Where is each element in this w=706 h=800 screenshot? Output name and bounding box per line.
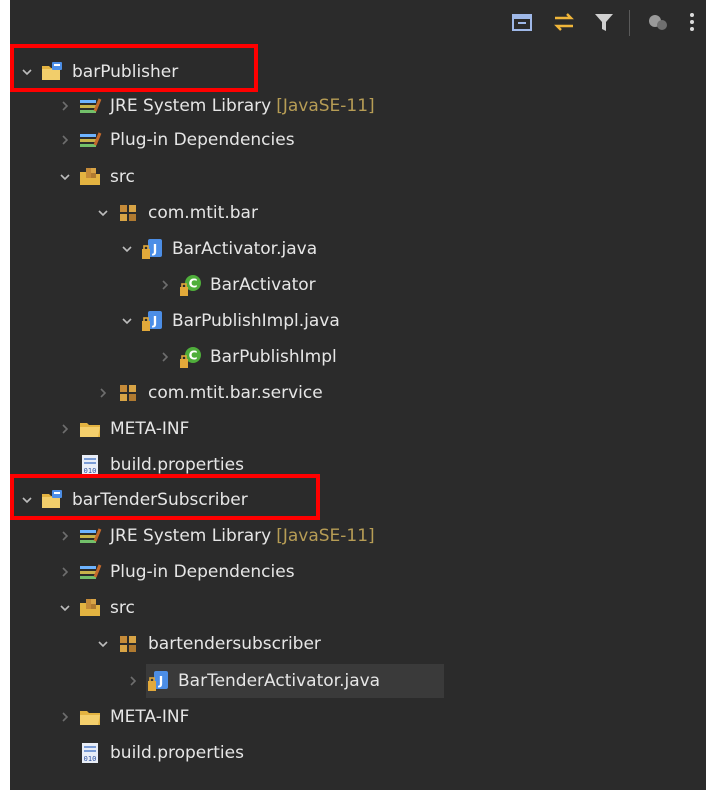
chevron-down-icon[interactable] — [120, 242, 134, 256]
tree-item-build-properties[interactable]: build.properties — [78, 736, 244, 770]
source-folder-icon — [78, 165, 102, 189]
library-icon — [78, 94, 102, 118]
package-icon — [116, 381, 140, 405]
tree-item-label: src — [110, 598, 135, 618]
tree-item-plugin-dependencies[interactable]: Plug-in Dependencies — [58, 555, 295, 589]
chevron-right-icon[interactable] — [58, 710, 72, 724]
tree-item-class[interactable]: BarActivator — [158, 268, 316, 302]
tree-item-label: BarPublishImpl.java — [172, 311, 340, 331]
tree-item-jre-library[interactable]: JRE System Library [JavaSE-11] — [58, 519, 375, 553]
chevron-down-icon[interactable] — [58, 601, 72, 615]
chevron-right-icon[interactable] — [158, 350, 172, 364]
library-icon — [78, 524, 102, 548]
chevron-right-icon[interactable] — [58, 529, 72, 543]
tree-item-plugin-dependencies[interactable]: Plug-in Dependencies — [58, 123, 295, 157]
filter-icon[interactable] — [592, 10, 616, 34]
tree-item-jre-library[interactable]: JRE System Library [JavaSE-11] — [58, 89, 375, 123]
class-icon — [178, 345, 202, 369]
tree-item-meta-inf[interactable]: META-INF — [58, 412, 189, 446]
package-icon — [116, 201, 140, 225]
tree-item-label: JRE System Library — [110, 526, 272, 546]
highlight-box-barpublisher — [10, 44, 258, 92]
tree-item-label: META-INF — [110, 707, 190, 727]
chevron-right-icon[interactable] — [158, 278, 172, 292]
java-file-icon — [146, 669, 170, 693]
tree-item-package[interactable]: com.mtit.bar.service — [96, 376, 323, 410]
chevron-right-icon[interactable] — [58, 99, 72, 113]
tree-item-java-file[interactable]: BarActivator.java — [120, 232, 317, 266]
tree-item-src-folder[interactable]: src — [58, 160, 135, 194]
chevron-right-icon[interactable] — [58, 565, 72, 579]
chevron-right-icon[interactable] — [126, 674, 140, 688]
collapse-all-icon[interactable] — [510, 10, 534, 34]
tree-item-class[interactable]: BarPublishImpl — [158, 340, 337, 374]
chevron-right-icon[interactable] — [58, 133, 72, 147]
tree-item-label: BarActivator — [210, 275, 316, 295]
tree-item-label: Plug-in Dependencies — [110, 562, 295, 582]
folder-icon — [78, 705, 102, 729]
tree-item-label: BarTenderActivator.java — [178, 671, 381, 691]
class-icon — [178, 273, 202, 297]
tree-item-label: bartendersubscriber — [148, 634, 321, 654]
tree-item-label: src — [110, 167, 135, 187]
package-explorer-panel: barPublisher JRE System Library [JavaSE-… — [10, 0, 706, 790]
chevron-right-icon[interactable] — [96, 386, 110, 400]
chevron-down-icon[interactable] — [58, 170, 72, 184]
chevron-down-icon[interactable] — [96, 637, 110, 651]
jre-version-decoration: [JavaSE-11] — [276, 96, 375, 116]
tree-item-label: BarActivator.java — [172, 239, 318, 259]
chevron-down-icon[interactable] — [96, 206, 110, 220]
package-icon — [116, 632, 140, 656]
link-with-editor-icon[interactable] — [552, 10, 576, 34]
tree-item-package[interactable]: com.mtit.bar — [96, 196, 258, 230]
folder-icon — [78, 417, 102, 441]
tree-item-java-file[interactable]: BarPublishImpl.java — [120, 304, 340, 338]
tree-item-java-file-selected[interactable]: BarTenderActivator.java — [126, 664, 380, 698]
tree-item-label: com.mtit.bar.service — [148, 383, 323, 403]
tree-item-src-folder[interactable]: src — [58, 591, 135, 625]
tree-item-meta-inf[interactable]: META-INF — [58, 700, 189, 734]
tree-item-label: build.properties — [110, 455, 244, 475]
tree-item-label: JRE System Library — [110, 96, 272, 116]
jre-version-decoration: [JavaSE-11] — [276, 526, 375, 546]
java-file-icon — [140, 237, 164, 261]
library-icon — [78, 560, 102, 584]
chevron-right-icon[interactable] — [58, 422, 72, 436]
view-menu-icon[interactable] — [680, 10, 704, 34]
focus-on-active-task-icon[interactable] — [646, 10, 670, 34]
tree-item-label: META-INF — [110, 419, 190, 439]
highlight-box-bartendersubscriber — [10, 474, 320, 520]
properties-file-icon — [78, 741, 102, 765]
tree-item-package[interactable]: bartendersubscriber — [96, 627, 321, 661]
toolbar-separator — [629, 10, 630, 36]
tree-item-label: Plug-in Dependencies — [110, 130, 295, 150]
library-icon — [78, 128, 102, 152]
tree-item-label: com.mtit.bar — [148, 203, 258, 223]
tree-item-label: BarPublishImpl — [210, 347, 337, 367]
tree-item-label: build.properties — [110, 743, 244, 763]
java-file-icon — [140, 309, 164, 333]
chevron-down-icon[interactable] — [120, 314, 134, 328]
view-toolbar — [446, 0, 706, 44]
source-folder-icon — [78, 596, 102, 620]
